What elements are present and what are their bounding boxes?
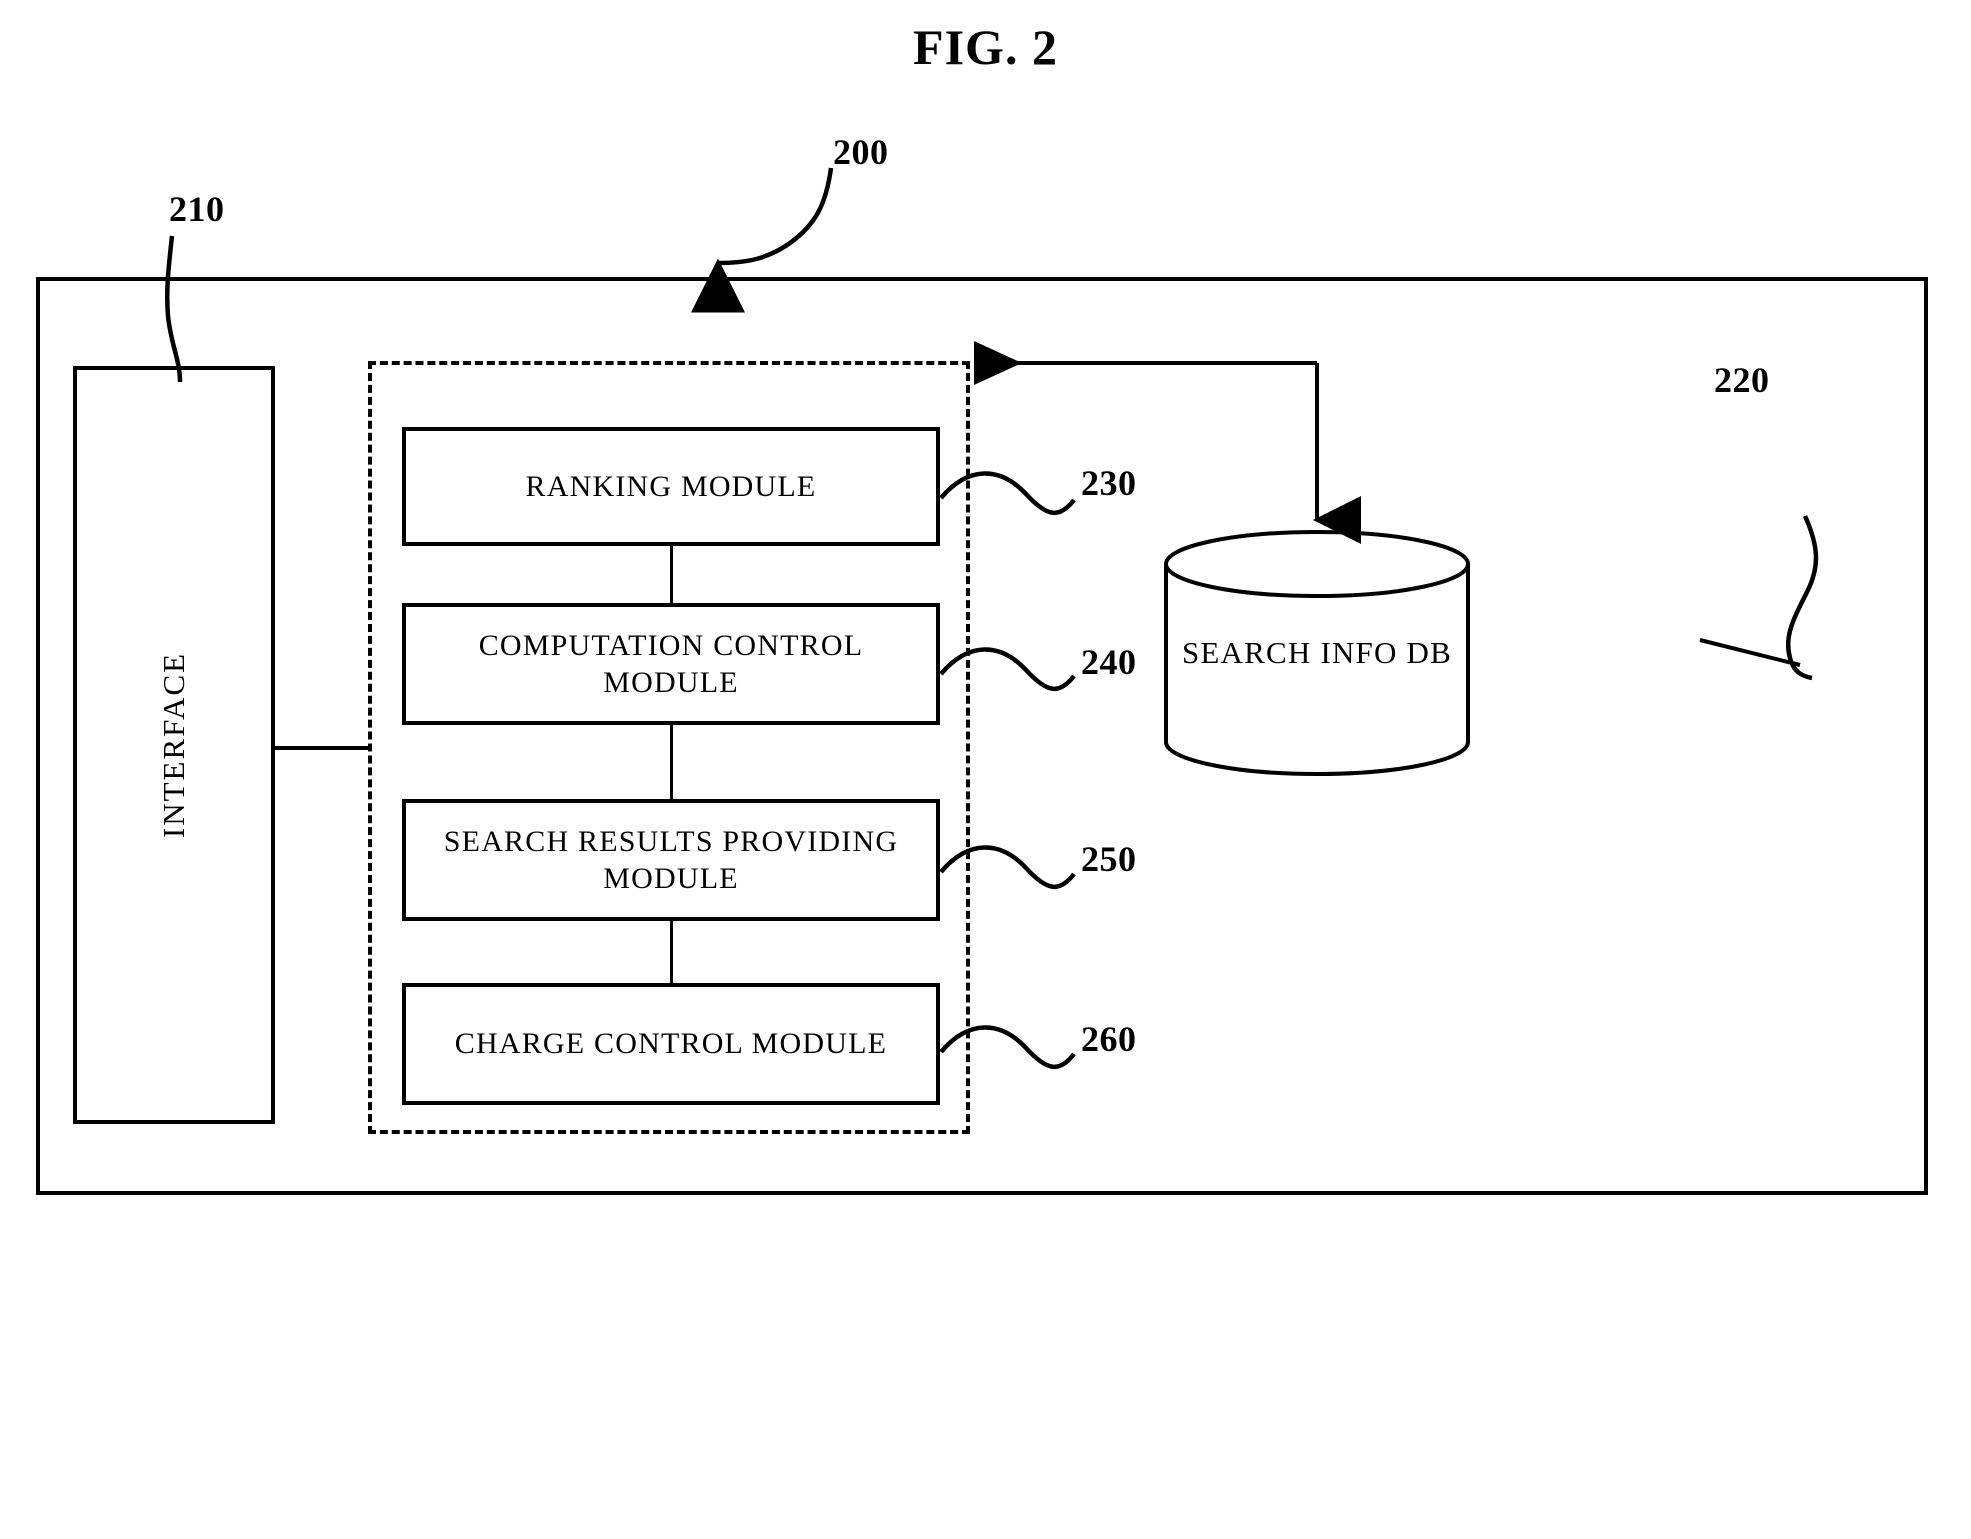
interface-to-engine-connector [275, 746, 370, 750]
computation-control-module-label: COMPUTATION CONTROL MODULE [478, 628, 864, 700]
ranking-module-label: RANKING MODULE [525, 469, 817, 503]
reference-numeral-250: 250 [1081, 839, 1137, 879]
connector-ranking-to-computation [670, 546, 673, 603]
figure-canvas: FIG. 2 INTERFACE RANKING MODULE COMPUTAT… [0, 0, 1971, 1539]
reference-numeral-260: 260 [1081, 1019, 1137, 1059]
search-results-providing-module-label: SEARCH RESULTS PROVIDING MODULE [443, 824, 899, 896]
charge-control-module-block: CHARGE CONTROL MODULE [402, 983, 940, 1105]
reference-numeral-240: 240 [1081, 642, 1137, 682]
computation-control-module-block: COMPUTATION CONTROL MODULE [402, 603, 940, 725]
reference-numeral-210: 210 [169, 189, 225, 229]
interface-block-label: INTERFACE [156, 651, 191, 839]
ranking-module-block: RANKING MODULE [402, 427, 940, 546]
connector-results-to-charge [670, 921, 673, 983]
connector-computation-to-results [670, 725, 673, 799]
search-info-db-label: SEARCH INFO DB [1181, 635, 1452, 670]
reference-numeral-220: 220 [1714, 360, 1770, 400]
charge-control-module-label: CHARGE CONTROL MODULE [454, 1027, 888, 1061]
interface-block: INTERFACE [73, 366, 275, 1124]
search-info-db-block: SEARCH INFO DB [1162, 528, 1472, 778]
search-results-providing-module-block: SEARCH RESULTS PROVIDING MODULE [402, 799, 940, 921]
figure-title: FIG. 2 [913, 19, 1058, 75]
reference-numeral-200: 200 [833, 132, 889, 172]
leader-curve-200-icon [691, 167, 834, 313]
reference-numeral-230: 230 [1081, 463, 1137, 503]
system-boundary-box [36, 277, 1928, 1195]
